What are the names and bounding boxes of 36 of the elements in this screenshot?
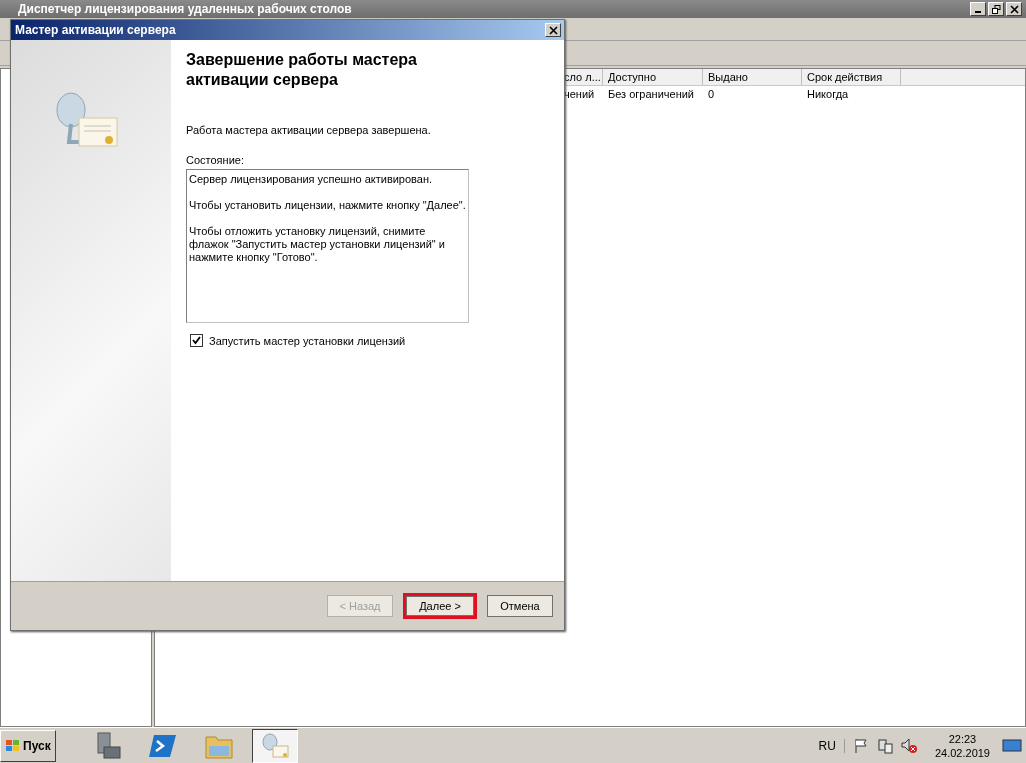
wizard-heading: Завершение работы мастера активации сервера	[186, 50, 418, 90]
flag-icon[interactable]	[852, 738, 869, 754]
minimize-icon	[975, 10, 981, 13]
column-header[interactable]: Доступно	[603, 69, 703, 85]
table-cell-text: Никогда	[806, 87, 850, 102]
column-header[interactable]: Срок действия	[802, 69, 901, 85]
minimize-button[interactable]	[970, 2, 986, 16]
status-text-area[interactable]: Сервер лицензирования успешно активирован. Чтобы установить лицензии, нажмите кнопку "Далее". Чтобы отложить установку лицензий, снимите флажок "Запустить мастер установки лицензий" и нажмите кнопку "Готово".	[186, 169, 469, 323]
speaker-muted-icon[interactable]	[900, 738, 917, 754]
table-cell-text: Без ограничений	[607, 87, 695, 102]
restore-button[interactable]	[988, 2, 1004, 16]
close-button[interactable]	[545, 23, 561, 37]
checkbox[interactable]	[190, 334, 203, 347]
status-label: Состояние:	[186, 154, 245, 166]
close-icon	[548, 25, 558, 35]
language-indicator[interactable]: RU	[818, 739, 845, 753]
table-cell-text: чений	[563, 87, 596, 102]
wizard-button[interactable]: Далее >	[403, 593, 477, 619]
satellite-certificate-icon	[259, 731, 290, 761]
clock-time: 22:23	[948, 732, 977, 746]
close-icon	[1009, 4, 1019, 14]
intro-text: Работа мастера активации сервера завершена.	[186, 124, 432, 136]
start-button[interactable]: Пуск	[0, 730, 56, 762]
table-cell-text: 0	[707, 87, 716, 102]
clock-date: 24.02.2019	[934, 746, 990, 760]
four-color-logo	[5, 739, 21, 753]
dialog-title: Мастер активации сервера	[15, 23, 176, 37]
show-desktop-icon[interactable]	[1002, 738, 1022, 754]
column-header[interactable]: Выдано	[703, 69, 802, 85]
taskbar-app[interactable]	[251, 729, 298, 763]
checkbox-label: Запустить мастер установки лицензий	[209, 334, 406, 347]
restore-icon	[991, 4, 1001, 14]
close-button[interactable]	[1006, 2, 1022, 16]
window-title: Диспетчер лицензирования удаленных рабочих столов	[18, 2, 352, 16]
network-icon[interactable]	[876, 738, 893, 754]
wizard-button[interactable]: Отмена	[487, 595, 553, 617]
